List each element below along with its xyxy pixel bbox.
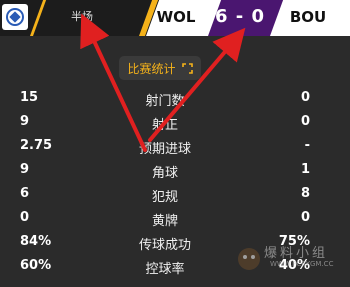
stat-away-value: 8	[300, 186, 310, 201]
stat-label: 射正	[151, 118, 178, 133]
stat-away-value: 0	[300, 114, 310, 129]
stat-home-value: 60%	[20, 258, 52, 273]
stat-row-yellow-cards: 0 黄牌 0	[0, 210, 350, 230]
stat-row-shots: 15 射门数 0	[0, 90, 350, 110]
stat-home-value: 9	[20, 114, 30, 129]
stat-row-fouls: 6 犯规 8	[0, 186, 350, 206]
watermark: 爆料小组 WWW.PCRYGM.CC	[236, 240, 346, 276]
stat-home-value: 6	[20, 186, 30, 201]
stat-label: 射门数	[145, 94, 185, 109]
score: 6 - 0	[214, 6, 266, 27]
stat-label: 犯规	[151, 190, 178, 205]
club-badge-icon	[6, 8, 24, 26]
away-team-name: BOU	[289, 8, 327, 26]
stat-row-shots-on-target: 9 射正 0	[0, 114, 350, 134]
watermark-url: WWW.PCRYGM.CC	[270, 260, 334, 268]
stat-row-corners: 9 角球 1	[0, 162, 350, 182]
stat-home-value: 15	[20, 90, 39, 105]
home-team-name: WOL	[156, 8, 196, 26]
half-label[interactable]: 半场	[52, 8, 112, 24]
stat-row-xg: 2.75 预期进球 -	[0, 138, 350, 158]
expand-icon	[181, 62, 193, 74]
stat-label: 传球成功	[138, 238, 191, 253]
stat-home-value: 84%	[20, 234, 52, 249]
stats-title: 比赛统计	[127, 61, 176, 76]
stat-home-value: 9	[20, 162, 30, 177]
stat-away-value: -	[304, 138, 310, 153]
stats-title-button[interactable]: 比赛统计	[119, 56, 201, 80]
stat-away-value: 1	[300, 162, 310, 177]
mascot-icon	[238, 248, 260, 270]
watermark-text: 爆料小组	[264, 246, 329, 261]
stat-label: 角球	[151, 166, 178, 181]
stat-away-value: 0	[300, 210, 310, 225]
stat-label: 预期进球	[138, 142, 191, 157]
stat-home-value: 0	[20, 210, 30, 225]
stat-label: 黄牌	[151, 214, 178, 229]
stat-away-value: 0	[300, 90, 310, 105]
scoreboard-bar: 半场 WOL 6 - 0 BOU	[0, 0, 350, 36]
stat-label: 控球率	[145, 262, 185, 277]
stat-home-value: 2.75	[20, 138, 53, 153]
team-logo	[2, 4, 28, 30]
